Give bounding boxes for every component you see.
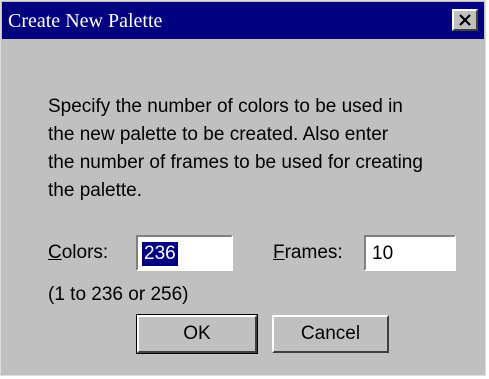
description-line: Specify the number of colors to be used … bbox=[48, 96, 403, 117]
title-bar[interactable]: Create New Palette bbox=[2, 2, 484, 39]
cancel-button[interactable]: Cancel bbox=[272, 315, 389, 353]
colors-label-mnemonic: C bbox=[48, 242, 62, 263]
frames-label-rest: rames: bbox=[284, 242, 343, 263]
description-line: the palette. bbox=[48, 180, 143, 201]
description-line: the new palette to be created. Also ente… bbox=[48, 124, 389, 145]
close-icon bbox=[459, 14, 471, 26]
frames-input-value: 10 bbox=[372, 243, 394, 264]
frames-input[interactable]: 10 bbox=[364, 235, 456, 271]
create-new-palette-dialog: Create New Palette Specify the number of… bbox=[0, 0, 486, 376]
frames-label-mnemonic: F bbox=[273, 242, 285, 263]
colors-input[interactable]: 236 bbox=[136, 235, 233, 271]
colors-range-hint: (1 to 236 or 256) bbox=[48, 284, 189, 305]
description-text: Specify the number of colors to be used … bbox=[48, 93, 468, 205]
window-title: Create New Palette bbox=[8, 10, 163, 32]
colors-input-value: 236 bbox=[142, 242, 178, 266]
ok-button[interactable]: OK bbox=[136, 314, 258, 354]
close-button[interactable] bbox=[452, 9, 478, 31]
description-line: the number of frames to be used for crea… bbox=[48, 152, 423, 173]
colors-label: Colors: bbox=[48, 241, 108, 265]
frames-label: Frames: bbox=[273, 241, 343, 265]
colors-label-rest: olors: bbox=[61, 242, 109, 263]
